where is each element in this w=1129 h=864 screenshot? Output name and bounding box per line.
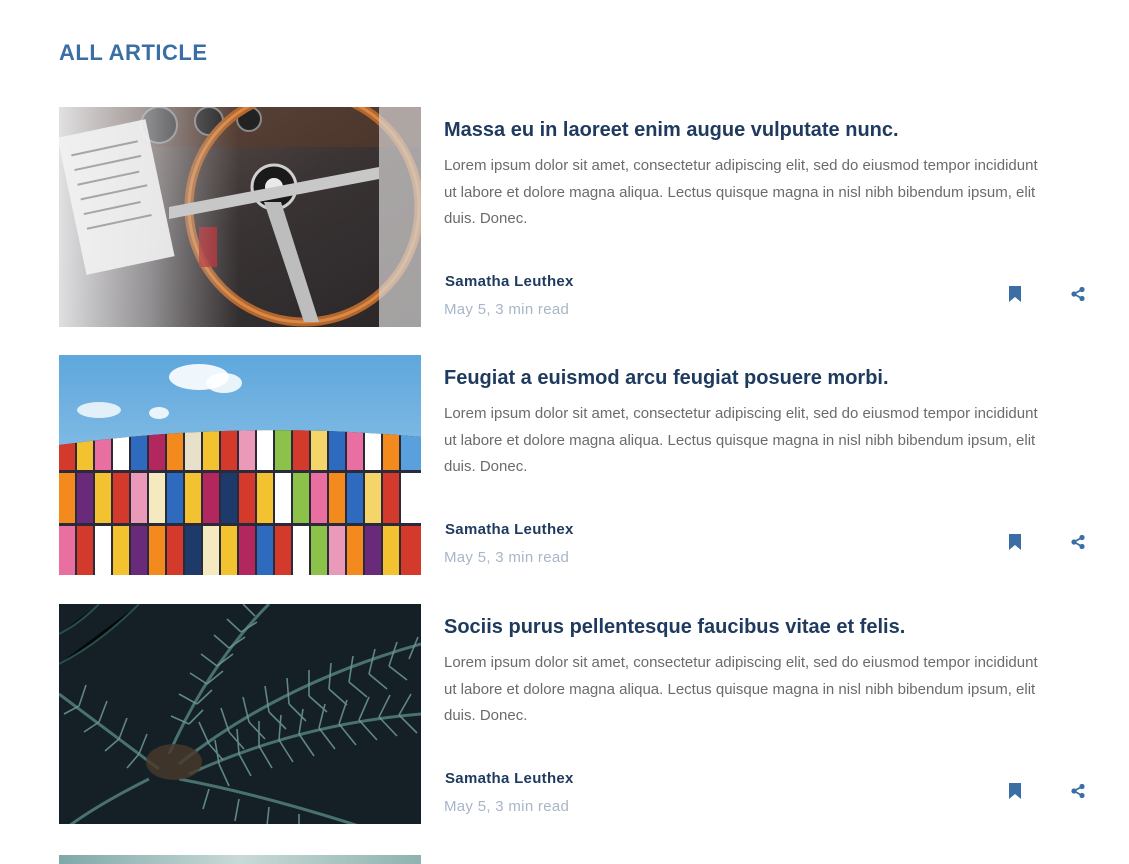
share-button[interactable]: [1068, 781, 1088, 801]
bookmark-button[interactable]: [1005, 284, 1025, 304]
share-icon: [1071, 287, 1085, 301]
bookmark-icon: [1009, 286, 1021, 302]
article-author[interactable]: Samatha Leuthex: [445, 273, 574, 290]
article-meta: May 5, 3 min read: [444, 549, 570, 566]
article-thumbnail[interactable]: [59, 355, 421, 575]
article-meta: May 5, 3 min read: [444, 301, 570, 318]
article-thumbnail[interactable]: [59, 604, 421, 824]
bookmark-icon: [1009, 783, 1021, 799]
article-thumbnail-partial[interactable]: [59, 853, 421, 864]
article-author[interactable]: Samatha Leuthex: [445, 770, 574, 787]
article-title[interactable]: Massa eu in laoreet enim augue vulputate…: [444, 119, 899, 142]
palm-leaves-photo: [59, 604, 421, 824]
article-excerpt: Lorem ipsum dolor sit amet, consectetur …: [444, 405, 1038, 475]
steering-wheel-photo: [59, 107, 421, 327]
section-title: ALL ARTICLE: [59, 40, 208, 65]
sea-photo: [59, 855, 421, 864]
article-excerpt: Lorem ipsum dolor sit amet, consectetur …: [444, 654, 1038, 724]
article-list-page: ALL ARTICLE Massa eu in laoreet enim aug…: [0, 0, 1129, 864]
bookmark-button[interactable]: [1005, 781, 1025, 801]
article-thumbnail[interactable]: [59, 107, 421, 327]
article-excerpt: Lorem ipsum dolor sit amet, consectetur …: [444, 157, 1038, 227]
article-meta: May 5, 3 min read: [444, 798, 570, 815]
article-card[interactable]: Feugiat a euismod arcu feugiat posuere m…: [59, 355, 1099, 576]
article-title[interactable]: Feugiat a euismod arcu feugiat posuere m…: [444, 367, 889, 390]
article-author[interactable]: Samatha Leuthex: [445, 521, 574, 538]
article-card[interactable]: Massa eu in laoreet enim augue vulputate…: [59, 107, 1099, 328]
article-title[interactable]: Sociis purus pellentesque faucibus vitae…: [444, 616, 905, 639]
share-button[interactable]: [1068, 532, 1088, 552]
share-button[interactable]: [1068, 284, 1088, 304]
share-icon: [1071, 784, 1085, 798]
bookmark-button[interactable]: [1005, 532, 1025, 552]
bookmark-icon: [1009, 534, 1021, 550]
article-card[interactable]: Sociis purus pellentesque faucibus vitae…: [59, 604, 1099, 825]
share-icon: [1071, 535, 1085, 549]
colorful-building-photo: [59, 355, 421, 575]
